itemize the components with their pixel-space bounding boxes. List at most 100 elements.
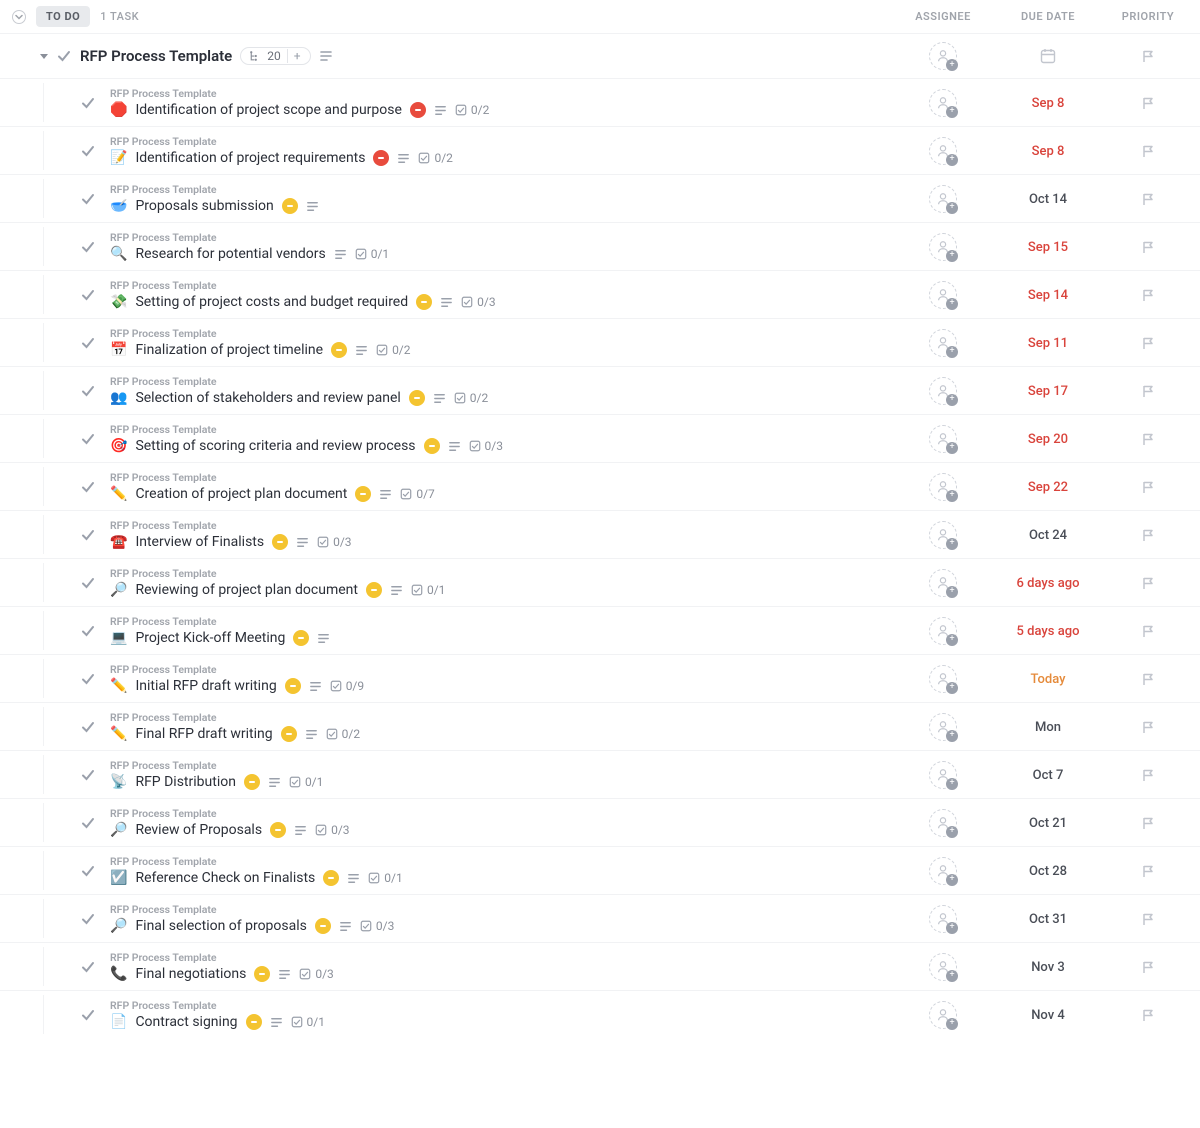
assignee-add[interactable]: +	[929, 617, 957, 645]
complete-check[interactable]	[80, 527, 96, 543]
priority-flag[interactable]	[1108, 96, 1188, 110]
subtask-progress[interactable]: 0/2	[454, 391, 488, 405]
status-dot[interactable]	[424, 438, 440, 454]
task-row[interactable]: RFP Process Template 📅 Finalization of p…	[0, 318, 1200, 366]
assignee-add[interactable]: +	[929, 425, 957, 453]
task-row[interactable]: RFP Process Template ☎️ Interview of Fin…	[0, 510, 1200, 558]
subtask-progress[interactable]: 0/1	[291, 1015, 325, 1029]
complete-check[interactable]	[80, 95, 96, 111]
assignee-add[interactable]: +	[929, 473, 957, 501]
priority-flag[interactable]	[1108, 192, 1188, 206]
priority-flag[interactable]	[1108, 336, 1188, 350]
task-row[interactable]: RFP Process Template 🔎 Review of Proposa…	[0, 798, 1200, 846]
status-dot[interactable]	[410, 102, 426, 118]
priority-flag[interactable]	[1108, 672, 1188, 686]
task-breadcrumb[interactable]: RFP Process Template	[110, 567, 898, 580]
due-date[interactable]: Sep 8	[1032, 96, 1065, 111]
task-breadcrumb[interactable]: RFP Process Template	[110, 903, 898, 916]
assignee-add[interactable]: +	[929, 1001, 957, 1029]
task-breadcrumb[interactable]: RFP Process Template	[110, 327, 898, 340]
due-date[interactable]: Mon	[1035, 720, 1061, 735]
assignee-add[interactable]: +	[929, 42, 957, 70]
task-breadcrumb[interactable]: RFP Process Template	[110, 135, 898, 148]
due-date[interactable]: Oct 21	[1029, 816, 1067, 831]
subtask-progress[interactable]: 0/3	[317, 535, 351, 549]
task-title[interactable]: Reviewing of project plan document	[135, 582, 358, 598]
status-dot[interactable]	[244, 774, 260, 790]
status-dot[interactable]	[355, 486, 371, 502]
status-dot[interactable]	[323, 870, 339, 886]
task-title[interactable]: Creation of project plan document	[135, 486, 347, 502]
status-dot[interactable]	[246, 1014, 262, 1030]
description-icon[interactable]	[440, 296, 453, 309]
status-dot[interactable]	[281, 726, 297, 742]
subtask-progress[interactable]: 0/3	[461, 295, 495, 309]
description-icon[interactable]	[390, 584, 403, 597]
due-date-empty[interactable]	[988, 47, 1108, 65]
description-icon[interactable]	[309, 680, 322, 693]
description-icon[interactable]	[306, 200, 319, 213]
due-date[interactable]: Oct 24	[1029, 528, 1067, 543]
assignee-add[interactable]: +	[929, 905, 957, 933]
description-icon[interactable]	[433, 392, 446, 405]
complete-check[interactable]	[80, 143, 96, 159]
task-row[interactable]: RFP Process Template 📄 Contract signing …	[0, 990, 1200, 1038]
task-breadcrumb[interactable]: RFP Process Template	[110, 951, 898, 964]
priority-flag[interactable]	[1108, 864, 1188, 878]
description-icon[interactable]	[294, 824, 307, 837]
complete-check[interactable]	[80, 719, 96, 735]
due-date[interactable]: Sep 8	[1032, 144, 1065, 159]
complete-check[interactable]	[80, 863, 96, 879]
complete-check[interactable]	[80, 431, 96, 447]
complete-check[interactable]	[80, 767, 96, 783]
complete-check[interactable]	[80, 671, 96, 687]
parent-task-row[interactable]: RFP Process Template 20 + +	[0, 33, 1200, 78]
status-dot[interactable]	[331, 342, 347, 358]
task-breadcrumb[interactable]: RFP Process Template	[110, 615, 898, 628]
description-icon[interactable]	[296, 536, 309, 549]
task-breadcrumb[interactable]: RFP Process Template	[110, 471, 898, 484]
task-breadcrumb[interactable]: RFP Process Template	[110, 855, 898, 868]
task-breadcrumb[interactable]: RFP Process Template	[110, 279, 898, 292]
description-icon[interactable]	[305, 728, 318, 741]
task-breadcrumb[interactable]: RFP Process Template	[110, 423, 898, 436]
assignee-add[interactable]: +	[929, 233, 957, 261]
task-row[interactable]: RFP Process Template 🔎 Final selection o…	[0, 894, 1200, 942]
assignee-add[interactable]: +	[929, 137, 957, 165]
priority-flag[interactable]	[1108, 240, 1188, 254]
task-row[interactable]: RFP Process Template ✏️ Creation of proj…	[0, 462, 1200, 510]
task-breadcrumb[interactable]: RFP Process Template	[110, 519, 898, 532]
subtask-progress[interactable]: 0/3	[315, 823, 349, 837]
due-date[interactable]: Sep 22	[1028, 480, 1068, 495]
status-dot[interactable]	[366, 582, 382, 598]
priority-flag[interactable]	[1108, 49, 1188, 63]
due-date[interactable]: Oct 7	[1033, 768, 1064, 783]
task-row[interactable]: RFP Process Template 🎯 Setting of scorin…	[0, 414, 1200, 462]
status-dot[interactable]	[409, 390, 425, 406]
subtask-progress[interactable]: 0/7	[400, 487, 434, 501]
task-row[interactable]: RFP Process Template 📝 Identification of…	[0, 126, 1200, 174]
task-row[interactable]: RFP Process Template 🥣 Proposals submiss…	[0, 174, 1200, 222]
subtask-progress[interactable]: 0/3	[360, 919, 394, 933]
description-icon[interactable]	[268, 776, 281, 789]
priority-flag[interactable]	[1108, 912, 1188, 926]
complete-check[interactable]	[80, 623, 96, 639]
task-row[interactable]: RFP Process Template 🛑 Identification of…	[0, 78, 1200, 126]
complete-check[interactable]	[80, 575, 96, 591]
complete-check[interactable]	[80, 239, 96, 255]
assignee-add[interactable]: +	[929, 329, 957, 357]
task-breadcrumb[interactable]: RFP Process Template	[110, 231, 898, 244]
task-row[interactable]: RFP Process Template 👥 Selection of stak…	[0, 366, 1200, 414]
task-title[interactable]: Reference Check on Finalists	[135, 870, 315, 886]
task-row[interactable]: RFP Process Template ✏️ Final RFP draft …	[0, 702, 1200, 750]
complete-check[interactable]	[80, 335, 96, 351]
due-date[interactable]: Nov 4	[1031, 1008, 1065, 1023]
due-date[interactable]: Oct 14	[1029, 192, 1067, 207]
task-title[interactable]: Selection of stakeholders and review pan…	[135, 390, 400, 406]
status-dot[interactable]	[272, 534, 288, 550]
description-icon[interactable]	[339, 920, 352, 933]
due-date[interactable]: Oct 28	[1029, 864, 1067, 879]
task-row[interactable]: RFP Process Template 🔍 Research for pote…	[0, 222, 1200, 270]
task-row[interactable]: RFP Process Template 💻 Project Kick-off …	[0, 606, 1200, 654]
priority-flag[interactable]	[1108, 288, 1188, 302]
